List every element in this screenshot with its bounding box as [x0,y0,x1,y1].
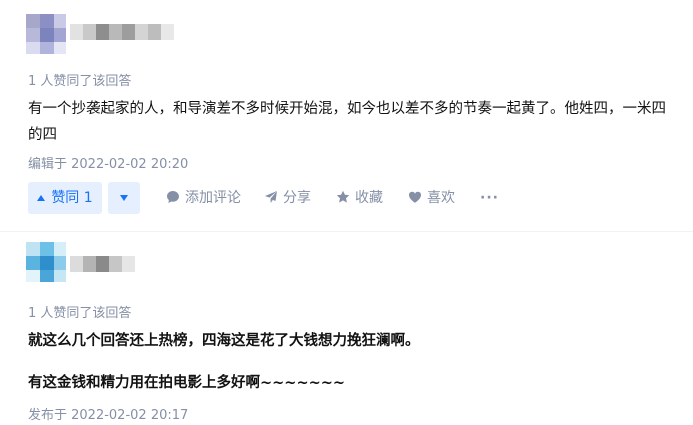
edit-time[interactable]: 编辑于 2022-02-02 20:20 [28,153,188,172]
upvote-label: 赞同 1 [51,190,93,206]
triangle-down-icon [120,195,128,201]
author-name-blurred[interactable] [70,24,174,40]
share-icon [265,191,277,203]
upvote-info: 1 人赞同了该回答 [28,306,132,321]
triangle-up-icon [37,195,46,201]
avatar[interactable] [26,14,66,54]
answer-content: 有一个抄袭起家的人，和导演差不多时候开始混，如今也以差不多的节奏一起黄了。他姓四… [28,96,668,148]
author-name-blurred[interactable] [70,256,135,272]
heart-icon [408,191,422,203]
star-icon [336,190,350,203]
answer-paragraph: 有这金钱和精力用在拍电影上多好啊~~~~~~~ [28,375,346,391]
avatar[interactable] [26,242,66,282]
more-button[interactable]: ··· [480,182,499,214]
share-button[interactable]: 分享 [264,182,311,214]
answer-paragraph: 有一个抄袭起家的人，和导演差不多时候开始混，如今也以差不多的节奏一起黄了。他姓四… [28,101,666,143]
upvote-button[interactable]: 赞同 1 [28,182,102,214]
downvote-button[interactable] [108,182,140,214]
favorite-button[interactable]: 收藏 [336,182,383,214]
like-button[interactable]: 喜欢 [408,182,455,214]
answer-content: 就这么几个回答还上热榜，四海这是花了大钱想力挽狂澜啊。 有这金钱和精力用在拍电影… [28,328,668,396]
answer-paragraph: 就这么几个回答还上热榜，四海这是花了大钱想力挽狂澜啊。 [28,333,420,349]
answer-card-2: 1 人赞同了该回答 就这么几个回答还上热榜，四海这是花了大钱想力挽狂澜啊。 有这… [0,232,693,425]
answer-card-1: 1 人赞同了该回答 有一个抄袭起家的人，和导演差不多时候开始混，如今也以差不多的… [0,0,693,232]
comment-icon [167,191,179,203]
comment-button[interactable]: 添加评论 [166,182,241,214]
publish-time[interactable]: 发布于 2022-02-02 20:17 [28,404,188,423]
upvote-info: 1 人赞同了该回答 [28,74,132,89]
